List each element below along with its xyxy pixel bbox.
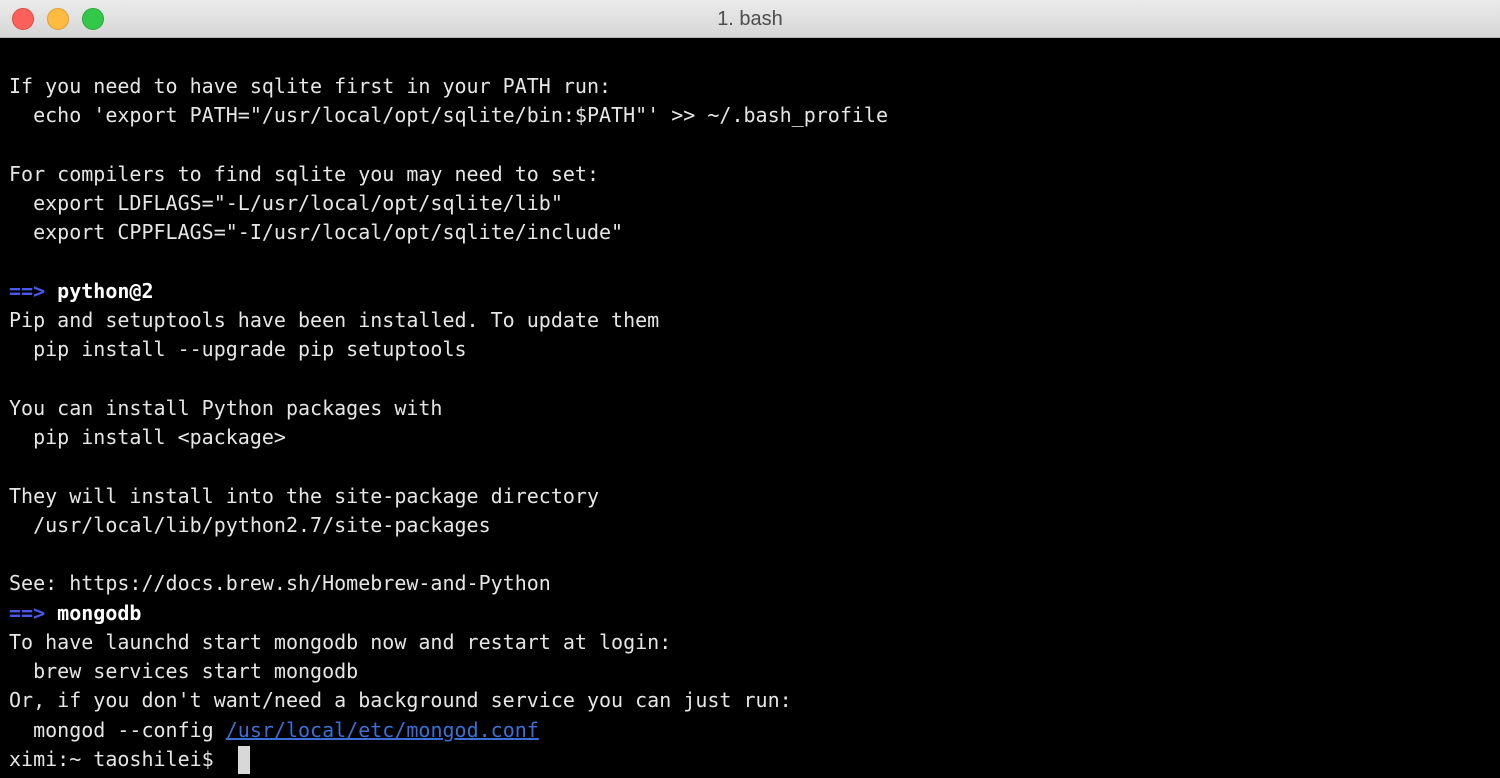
output-line: mongod --config /usr/local/etc/mongod.co… <box>9 716 539 745</box>
output-line: brew services start mongodb <box>9 659 359 683</box>
window-title: 1. bash <box>717 8 783 30</box>
shell-prompt: ximi:~ taoshilei$ <box>9 747 226 771</box>
package-header-line: ==> python@2 <box>9 277 154 306</box>
output-line: export CPPFLAGS="-I/usr/local/opt/sqlite… <box>9 220 624 244</box>
text-cursor <box>238 746 250 774</box>
command-text: mongod --config <box>9 718 226 742</box>
output-line: Or, if you don't want/need a background … <box>9 688 792 712</box>
config-path-link[interactable]: /usr/local/etc/mongod.conf <box>226 718 539 742</box>
output-line: pip install <package> <box>9 425 286 449</box>
output-line: To have launchd start mongodb now and re… <box>9 630 672 654</box>
terminal-window: 1. bash If you need to have sqlite first… <box>0 0 1500 778</box>
output-line: export LDFLAGS="-L/usr/local/opt/sqlite/… <box>9 191 563 215</box>
arrow-marker: ==> <box>9 601 46 625</box>
terminal-output[interactable]: If you need to have sqlite first in your… <box>0 39 1500 778</box>
output-line: If you need to have sqlite first in your… <box>9 74 612 98</box>
output-line: pip install --upgrade pip setuptools <box>9 337 467 361</box>
output-line: See: https://docs.brew.sh/Homebrew-and-P… <box>9 571 551 595</box>
package-header-line: ==> mongodb <box>9 599 141 628</box>
output-line: echo 'export PATH="/usr/local/opt/sqlite… <box>9 103 888 127</box>
output-line: For compilers to find sqlite you may nee… <box>9 162 600 186</box>
output-line: /usr/local/lib/python2.7/site-packages <box>9 513 491 537</box>
arrow-marker: ==> <box>9 279 46 303</box>
output-line: Pip and setuptools have been installed. … <box>9 308 660 332</box>
title-bar[interactable]: 1. bash <box>0 0 1500 38</box>
output-line: You can install Python packages with <box>9 396 443 420</box>
output-line: They will install into the site-package … <box>9 484 600 508</box>
package-name: mongodb <box>57 601 142 625</box>
package-name: python@2 <box>57 279 154 303</box>
